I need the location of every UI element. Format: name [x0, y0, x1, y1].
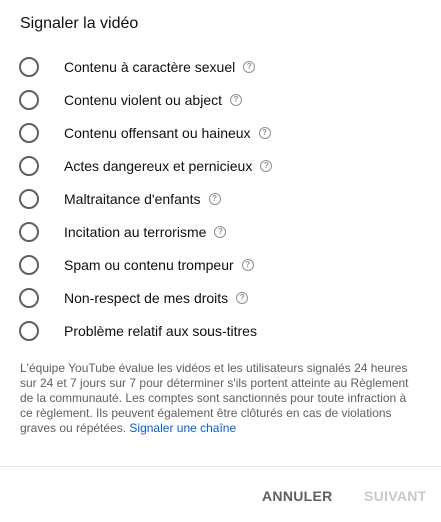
radio-button[interactable] — [19, 89, 39, 110]
report-option-sexual-content[interactable]: Contenu à caractère sexuel — [19, 50, 419, 83]
report-option-rights-infringement[interactable]: Non-respect de mes droits — [19, 281, 419, 314]
cancel-button[interactable]: ANNULER — [262, 484, 333, 508]
option-label: Non-respect de mes droits — [64, 289, 229, 306]
help-icon[interactable] — [241, 258, 254, 271]
report-option-subtitles-issue[interactable]: Problème relatif aux sous-titres — [19, 314, 419, 347]
option-label: Maltraitance d'enfants — [64, 190, 201, 207]
report-option-terrorism[interactable]: Incitation au terrorisme — [19, 215, 419, 248]
report-option-violent-content[interactable]: Contenu violent ou abject — [19, 83, 419, 116]
help-icon[interactable] — [214, 225, 227, 238]
option-label: Contenu à caractère sexuel — [64, 58, 236, 75]
option-label: Contenu offensant ou haineux — [64, 124, 251, 141]
report-channel-link[interactable]: Signaler une chaîne — [129, 421, 236, 435]
next-button[interactable]: SUIVANT — [364, 484, 427, 508]
review-policy-notice: L'équipe YouTube évalue les vidéos et le… — [20, 361, 422, 436]
dialog-title: Signaler la vidéo — [20, 15, 139, 32]
help-icon[interactable] — [236, 291, 249, 304]
option-label: Spam ou contenu trompeur — [64, 256, 234, 273]
help-icon[interactable] — [258, 126, 271, 139]
help-icon[interactable] — [230, 93, 242, 106]
radio-button[interactable] — [19, 287, 39, 308]
radio-button[interactable] — [19, 221, 39, 242]
report-option-hateful-content[interactable]: Contenu offensant ou haineux — [19, 116, 419, 149]
report-reason-list: Contenu à caractère sexuel Contenu viole… — [19, 50, 419, 347]
radio-button[interactable] — [19, 320, 39, 341]
radio-button[interactable] — [19, 188, 39, 209]
option-label: Actes dangereux et pernicieux — [64, 157, 253, 174]
radio-button[interactable] — [19, 56, 39, 77]
help-icon[interactable] — [243, 60, 256, 73]
option-label: Problème relatif aux sous-titres — [64, 322, 257, 339]
help-icon[interactable] — [208, 192, 221, 205]
report-option-spam[interactable]: Spam ou contenu trompeur — [19, 248, 419, 281]
help-icon[interactable] — [260, 159, 273, 172]
radio-button[interactable] — [19, 122, 39, 143]
report-video-dialog: Signaler la vidéo Contenu à caractère se… — [0, 0, 441, 522]
option-label: Incitation au terrorisme — [64, 223, 207, 240]
option-label: Contenu violent ou abject — [64, 91, 222, 108]
radio-button[interactable] — [19, 155, 39, 176]
report-option-child-abuse[interactable]: Maltraitance d'enfants — [19, 182, 419, 215]
report-option-dangerous-acts[interactable]: Actes dangereux et pernicieux — [19, 149, 419, 182]
radio-button[interactable] — [19, 254, 39, 275]
footer-divider — [0, 466, 441, 467]
